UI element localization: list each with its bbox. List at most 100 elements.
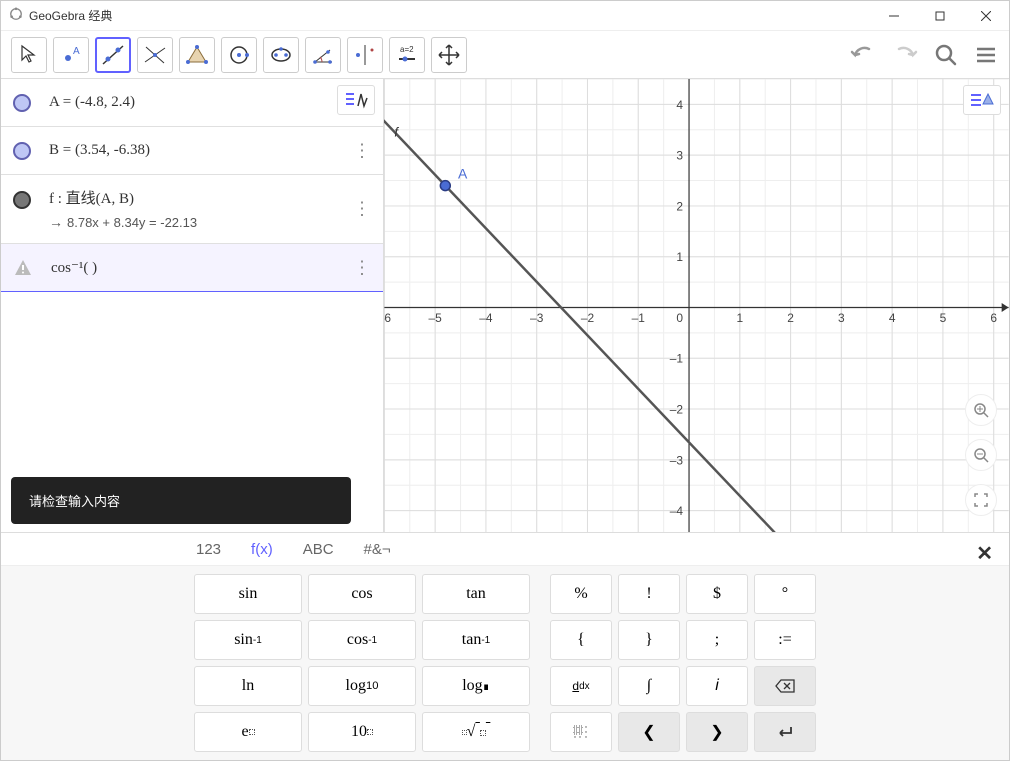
key-asin[interactable]: sin-1 [194,620,302,660]
svg-text:–2: –2 [670,403,684,417]
definition-B: B = (3.54, -6.38) [49,142,150,159]
key-right[interactable]: ❯ [686,712,748,752]
tool-move-view[interactable] [431,37,467,73]
key-tan[interactable]: tan [422,574,530,614]
tool-ellipse[interactable] [263,37,299,73]
graph-canvas[interactable]: –6–5–4–3–2–10123456 4321–1–2–3–4 f A [384,79,1009,532]
svg-text:–1: –1 [670,352,684,366]
visibility-toggle-A[interactable] [13,94,31,112]
svg-text:2: 2 [787,311,794,325]
close-button[interactable] [963,1,1009,31]
key-semicolon[interactable]: ; [686,620,748,660]
toolbar: A a=2 [1,31,1009,79]
redo-button[interactable] [891,41,919,69]
svg-text:0: 0 [676,311,683,325]
svg-text:–5: –5 [429,311,443,325]
kb-tab-sym[interactable]: #&¬ [364,541,391,558]
tool-slider[interactable]: a=2 [389,37,425,73]
app-icon [9,7,23,24]
tool-line[interactable] [95,37,131,73]
algebra-row-f[interactable]: f : 直线(A, B) →8.78x + 8.34y = -22.13 ⋮ [1,175,383,244]
row-menu-input[interactable]: ⋮ [353,257,371,278]
key-left[interactable]: ❮ [618,712,680,752]
key-degree[interactable]: ° [754,574,816,614]
key-pow10[interactable]: 10 [308,712,416,752]
zoom-in-button[interactable] [965,394,997,426]
key-assign[interactable]: := [754,620,816,660]
svg-text:6: 6 [990,311,997,325]
search-button[interactable] [933,42,959,68]
kb-tab-abc[interactable]: ABC [303,541,334,558]
svg-text:–4: –4 [479,311,493,325]
point-A[interactable] [440,181,450,191]
svg-text:4: 4 [676,98,683,112]
svg-text:–3: –3 [670,453,684,467]
key-imaginary[interactable]: i [686,666,748,706]
kb-tab-123[interactable]: 123 [196,541,221,558]
svg-text:–4: –4 [670,504,684,518]
tool-perpendicular[interactable] [137,37,173,73]
kb-close-button[interactable]: ✕ [976,541,993,566]
key-ln[interactable]: ln [194,666,302,706]
svg-text:–1: –1 [632,311,646,325]
tool-move[interactable] [11,37,47,73]
key-acos[interactable]: cos-1 [308,620,416,660]
maximize-button[interactable] [917,1,963,31]
undo-button[interactable] [849,41,877,69]
zoom-out-button[interactable] [965,439,997,471]
menu-button[interactable] [973,42,999,68]
warning-icon [13,258,33,278]
fullscreen-button[interactable] [965,484,997,516]
key-matrix[interactable] [550,712,612,752]
key-rbrace[interactable]: } [618,620,680,660]
row-menu-B[interactable]: ⋮ [353,140,371,161]
graphics-view[interactable]: –6–5–4–3–2–10123456 4321–1–2–3–4 f A [384,79,1009,532]
key-backspace[interactable] [754,666,816,706]
minimize-button[interactable] [871,1,917,31]
key-log10[interactable]: log10 [308,666,416,706]
style-bar-toggle[interactable] [963,85,1001,115]
key-factorial[interactable]: ! [618,574,680,614]
svg-text:5: 5 [940,311,947,325]
svg-text:3: 3 [676,149,683,163]
window-titlebar: GeoGebra 经典 [1,1,1009,31]
algebra-row-A[interactable]: A = (-4.8, 2.4) [1,79,383,127]
kb-tab-fx[interactable]: f(x) [251,541,273,558]
svg-text:1: 1 [676,250,683,264]
algebra-row-B[interactable]: B = (3.54, -6.38) ⋮ [1,127,383,175]
svg-text:a=2: a=2 [400,45,414,54]
algebra-input-row[interactable]: cos⁻¹( ) ⋮ [1,244,383,292]
key-derivative[interactable]: ddx [550,666,612,706]
window-title: GeoGebra 经典 [29,7,112,24]
sort-button[interactable] [337,85,375,115]
key-lbrace[interactable]: { [550,620,612,660]
svg-text:1: 1 [736,311,743,325]
tool-circle[interactable] [221,37,257,73]
tool-angle[interactable] [305,37,341,73]
key-sin[interactable]: sin [194,574,302,614]
virtual-keyboard: 123 f(x) ABC #&¬ ✕ sin cos tan sin-1 cos… [1,532,1009,760]
key-enter[interactable] [754,712,816,752]
input-expression[interactable]: cos⁻¹( ) [51,258,97,277]
svg-text:4: 4 [889,311,896,325]
key-atan[interactable]: tan-1 [422,620,530,660]
key-percent[interactable]: % [550,574,612,614]
tool-polygon[interactable] [179,37,215,73]
svg-text:–6: –6 [384,311,391,325]
key-dollar[interactable]: $ [686,574,748,614]
key-nroot[interactable]: √ [422,712,530,752]
key-exp[interactable]: e [194,712,302,752]
definition-f: f : 直线(A, B) [49,187,197,208]
output-f: →8.78x + 8.34y = -22.13 [49,214,197,231]
tool-reflect[interactable] [347,37,383,73]
svg-text:3: 3 [838,311,845,325]
key-integral[interactable]: ∫ [618,666,680,706]
visibility-toggle-f[interactable] [13,191,31,209]
visibility-toggle-B[interactable] [13,142,31,160]
row-menu-f[interactable]: ⋮ [353,199,371,220]
tool-point[interactable]: A [53,37,89,73]
svg-text:–3: –3 [530,311,544,325]
key-cos[interactable]: cos [308,574,416,614]
svg-text:2: 2 [676,199,683,213]
key-logb[interactable]: log∎ [422,666,530,706]
